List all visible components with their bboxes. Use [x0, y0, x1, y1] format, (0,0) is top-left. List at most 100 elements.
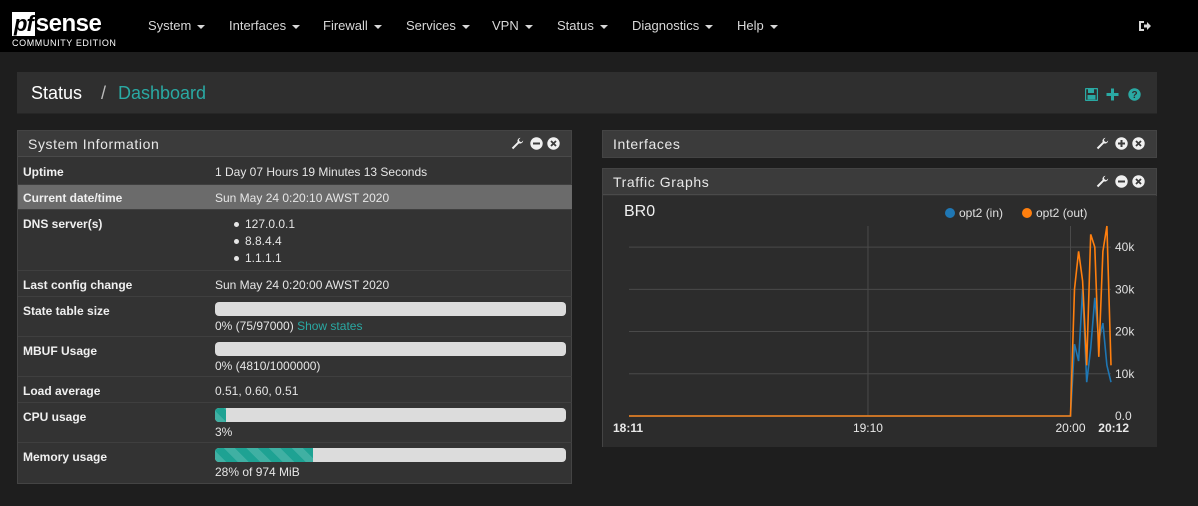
widget-header: System Information [18, 131, 571, 157]
caret-down-icon [599, 24, 608, 29]
nav-interfaces[interactable]: Interfaces [229, 18, 301, 33]
help-icon[interactable]: ? [1128, 88, 1141, 101]
caret-down-icon [197, 24, 206, 29]
traffic-chart-svg: 0.010k20k30k40k18:11 19:10 20:00 20:12 [613, 225, 1135, 435]
x-tick-label: 18:11 [613, 421, 643, 435]
nav-services[interactable]: Services [406, 18, 470, 33]
breadcrumb: Status / Dashboard ? [17, 72, 1157, 114]
close-icon[interactable] [547, 137, 560, 150]
cpu-progress [215, 408, 566, 422]
state-table-value: 0% (75/97000) [215, 319, 294, 333]
series-line-in [629, 289, 1112, 417]
progress-fill [215, 448, 314, 462]
mbuf-progress [215, 342, 566, 356]
row-datetime: Current date/time Sun May 24 0:20:10 AWS… [18, 185, 572, 210]
nav-system-label: System [148, 18, 192, 33]
interfaces-widget: Interfaces [602, 130, 1157, 158]
show-states-link[interactable]: Show states [297, 319, 362, 333]
nav-status-label: Status [557, 18, 594, 33]
mbuf-label: MBUF Usage [23, 344, 98, 358]
minimize-icon[interactable] [1115, 175, 1128, 188]
nav-system[interactable]: System [148, 18, 206, 33]
load-label: Load average [23, 384, 101, 398]
pfsense-logo[interactable]: pf sense COMMUNITY EDITION [12, 8, 122, 48]
wrench-icon[interactable] [1096, 175, 1109, 188]
page-title[interactable]: Dashboard [101, 83, 206, 104]
last-config-value: Sun May 24 0:20:00 AWST 2020 [215, 278, 390, 292]
nav-diagnostics-label: Diagnostics [632, 18, 700, 33]
last-config-label: Last config change [23, 278, 133, 292]
y-tick-label: 10k [1115, 367, 1135, 381]
x-tick-label: 20:12 [1098, 421, 1129, 435]
state-table-text: 0% (75/97000) Show states [215, 319, 362, 333]
widget-title: Interfaces [613, 136, 681, 152]
widget-header: Interfaces [603, 131, 1156, 157]
y-tick-label: 20k [1115, 325, 1135, 339]
logo-subtitle: COMMUNITY EDITION [12, 38, 117, 48]
memory-label: Memory usage [23, 450, 108, 464]
row-dns: DNS server(s) 127.0.0.1 8.8.4.4 1.1.1.1 [18, 210, 572, 271]
memory-text: 28% of 974 MiB [215, 465, 300, 479]
caret-down-icon [769, 24, 778, 29]
widget-title: Traffic Graphs [613, 174, 710, 190]
nav-diagnostics[interactable]: Diagnostics [632, 18, 714, 33]
uptime-label: Uptime [23, 165, 64, 179]
nav-interfaces-label: Interfaces [229, 18, 287, 33]
nav-help[interactable]: Help [737, 18, 778, 33]
close-icon[interactable] [1132, 137, 1145, 150]
cpu-text: 3% [215, 425, 233, 439]
state-table-progress [215, 302, 566, 316]
caret-down-icon [705, 24, 714, 29]
nav-vpn[interactable]: VPN [492, 18, 533, 33]
system-information-widget: System Information Uptime 1 Day 07 Hours… [17, 130, 572, 484]
wrench-icon[interactable] [511, 137, 524, 150]
caret-down-icon [373, 24, 382, 29]
progress-fill [215, 408, 226, 422]
logout-icon[interactable] [1138, 19, 1152, 33]
widget-header: Traffic Graphs [603, 169, 1156, 195]
save-icon[interactable] [1085, 88, 1098, 101]
nav-vpn-label: VPN [492, 18, 519, 33]
mbuf-text: 0% (4810/1000000) [215, 359, 321, 373]
memory-progress [215, 448, 566, 462]
caret-down-icon [461, 24, 470, 29]
row-mbuf: MBUF Usage 0% (4810/1000000) [18, 337, 572, 377]
x-tick-label: 19:10 [853, 421, 883, 435]
minimize-icon[interactable] [530, 137, 543, 150]
nav-firewall-label: Firewall [323, 18, 368, 33]
series-line-out [629, 225, 1112, 417]
plus-icon[interactable] [1106, 88, 1119, 101]
row-state-table: State table size 0% (75/97000) Show stat… [18, 297, 572, 337]
y-tick-label: 40k [1115, 240, 1135, 254]
load-value: 0.51, 0.60, 0.51 [215, 384, 299, 398]
nav-services-label: Services [406, 18, 456, 33]
dns-server-item: 8.8.4.4 [234, 234, 282, 248]
row-uptime: Uptime 1 Day 07 Hours 19 Minutes 13 Seco… [18, 158, 572, 185]
uptime-value: 1 Day 07 Hours 19 Minutes 13 Seconds [215, 165, 428, 179]
close-icon[interactable] [1132, 175, 1145, 188]
row-memory: Memory usage 28% of 974 MiB [18, 443, 572, 484]
breadcrumb-parent[interactable]: Status [31, 83, 82, 104]
cpu-label: CPU usage [23, 410, 87, 424]
logo-pf: pf [12, 11, 35, 36]
dns-server-item: 1.1.1.1 [234, 251, 282, 265]
wrench-icon[interactable] [1096, 137, 1109, 150]
datetime-label: Current date/time [23, 191, 123, 205]
traffic-graph: BR0 opt2 (in) opt2 (out) 0.0 10k 20k 30k 40k… [603, 196, 1157, 447]
traffic-graphs-widget: Traffic Graphs BR0 opt2 (in) opt2 (out) … [602, 168, 1157, 447]
nav-firewall[interactable]: Firewall [323, 18, 382, 33]
datetime-value: Sun May 24 0:20:10 AWST 2020 [215, 191, 390, 205]
y-tick-label: 30k [1115, 282, 1135, 296]
expand-icon[interactable] [1115, 137, 1128, 150]
logo-wordmark: pf sense [12, 8, 102, 37]
caret-down-icon [292, 24, 301, 29]
dns-server-item: 127.0.0.1 [233, 217, 296, 231]
x-tick-label: 20:00 [1055, 421, 1085, 435]
widget-title: System Information [28, 136, 160, 152]
caret-down-icon [524, 24, 533, 29]
logo-sense: sense [35, 10, 102, 37]
row-cpu: CPU usage 3% [18, 403, 572, 443]
top-navbar: pf sense COMMUNITY EDITION System Interfa… [0, 0, 1198, 52]
nav-status[interactable]: Status [557, 18, 608, 33]
state-table-label: State table size [23, 304, 110, 318]
